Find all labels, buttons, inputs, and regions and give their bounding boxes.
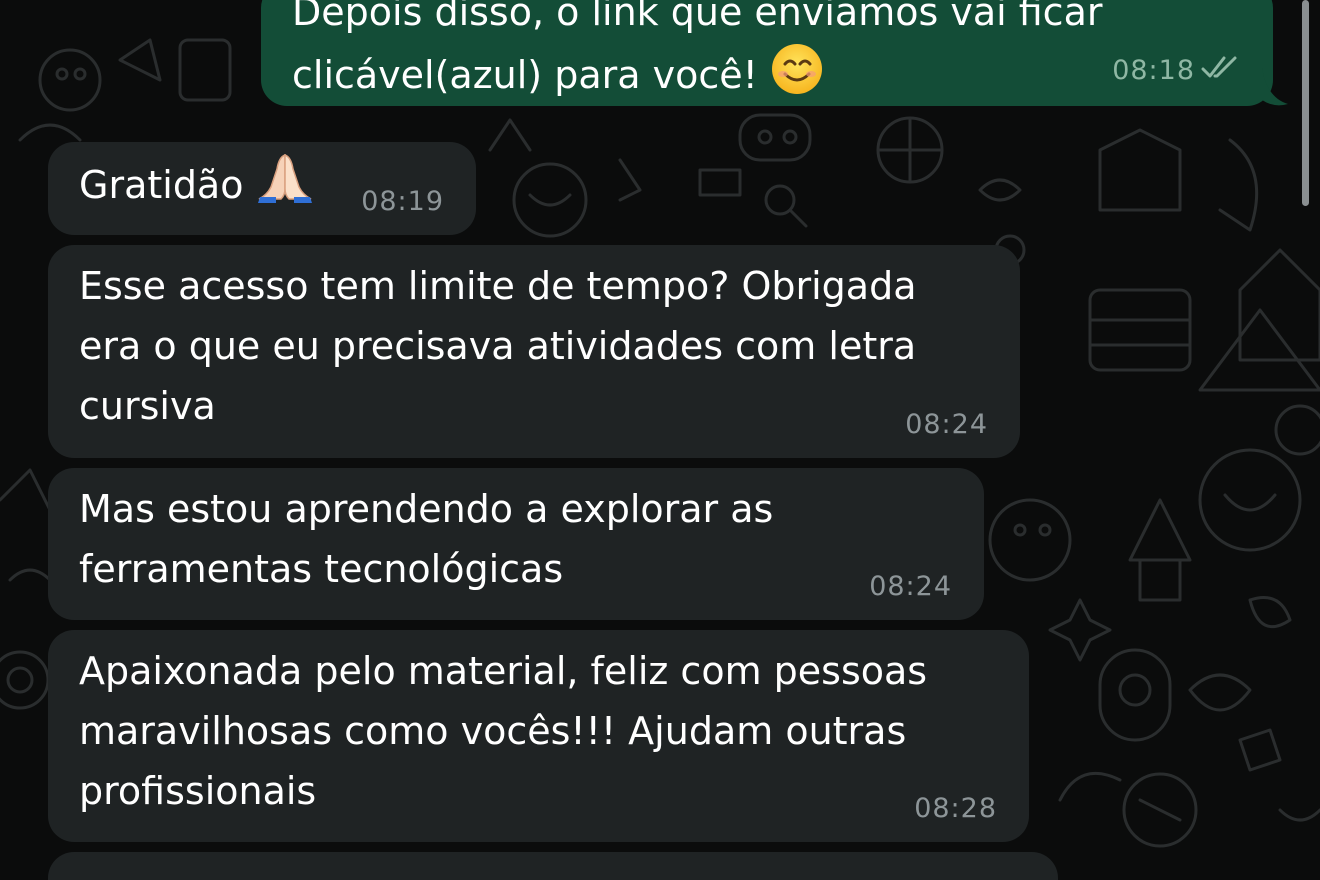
message-bubble-incoming[interactable]: Mas estou aprendendo a explorar as ferra… (48, 468, 984, 620)
message-text: Esse acesso tem limite de tempo? Obrigad… (79, 264, 917, 428)
message-bubble-outgoing[interactable]: Depois disso, o link que enviamos vai fi… (261, 0, 1273, 106)
message-text: Apaixonada pelo material, feliz com pess… (79, 649, 928, 813)
scrollbar[interactable] (1302, 0, 1309, 206)
chat-screen: Depois disso, o link que enviamos vai fi… (0, 0, 1320, 880)
message-time: 08:24 (869, 571, 952, 602)
bubble-tail (1262, 68, 1288, 106)
message-bubble-incoming[interactable]: Esse acesso tem limite de tempo? Obrigad… (48, 245, 1020, 458)
message-meta: 08:18 (1112, 55, 1241, 88)
message-time: 08:28 (914, 793, 997, 824)
message-text: Depois disso, o link que enviamos vai fi… (292, 0, 1245, 113)
smiling-face-emoji (770, 42, 824, 113)
message-bubble-incoming[interactable]: Gratidão 08:19 (48, 142, 476, 235)
folded-hands-emoji (256, 153, 314, 222)
message-time: 08:19 (361, 186, 444, 217)
message-time: 08:18 (1112, 55, 1195, 86)
message-bubble-incoming[interactable]: Apaixonada pelo material, feliz com pess… (48, 630, 1029, 842)
message-time: 08:24 (905, 409, 988, 440)
message-bubble-incoming-partial[interactable] (48, 852, 1058, 880)
double-check-icon (1201, 55, 1241, 88)
message-text: Mas estou aprendendo a explorar as ferra… (79, 487, 774, 591)
